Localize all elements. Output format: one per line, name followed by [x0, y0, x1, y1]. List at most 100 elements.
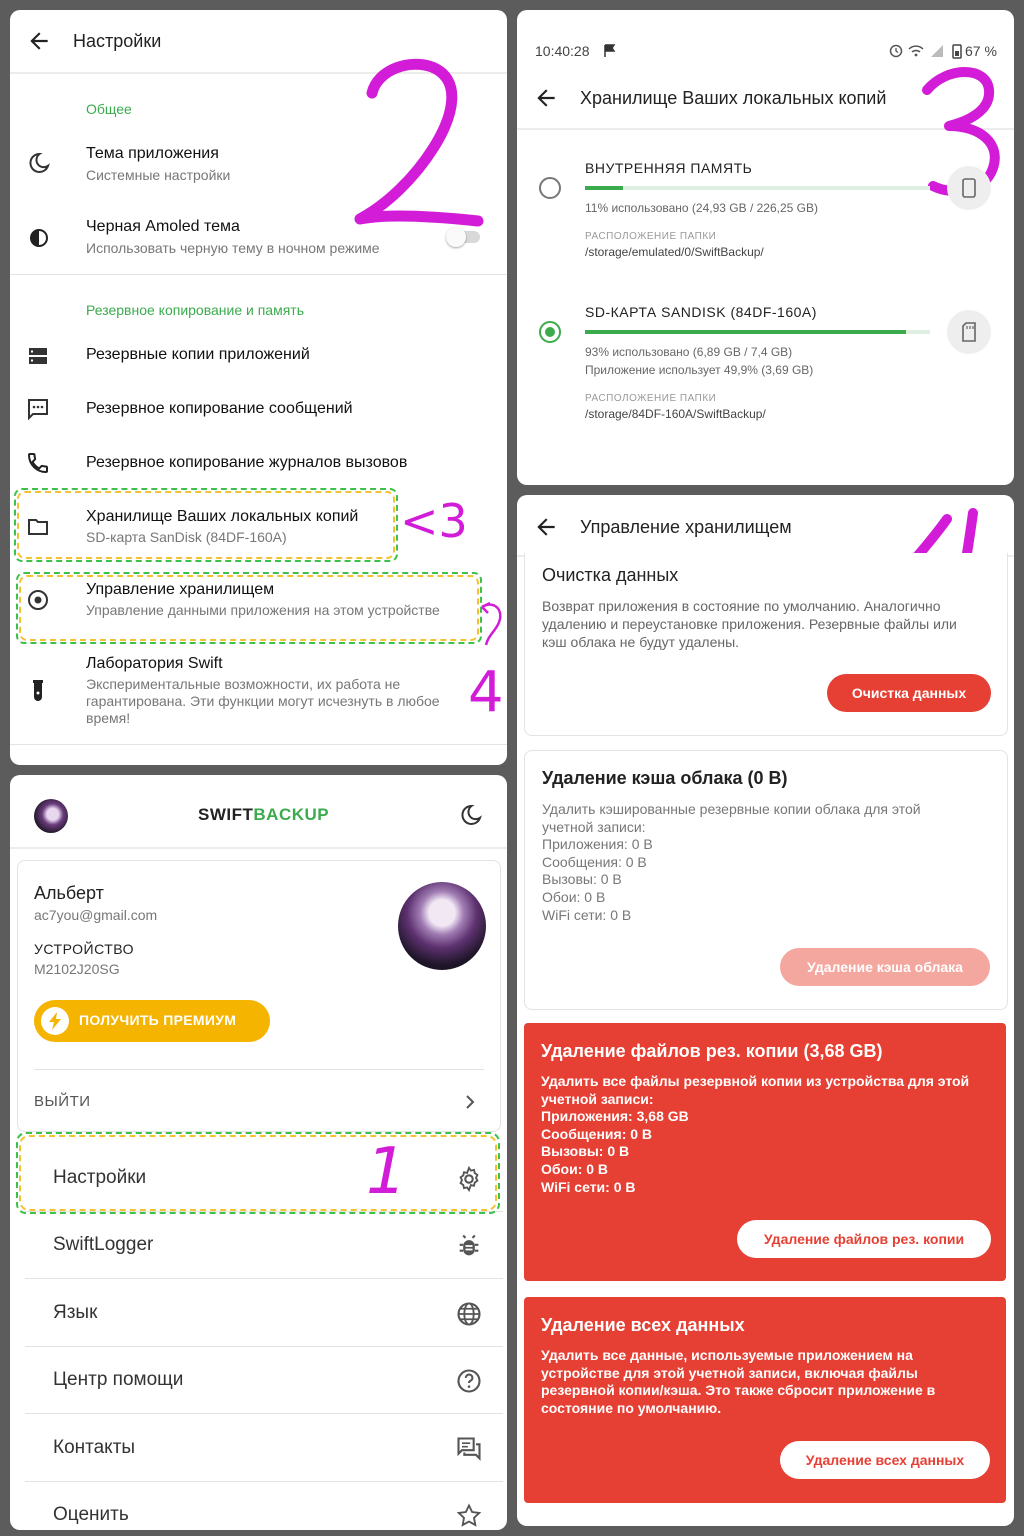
settings-panel: Настройки Общее Тема приложения Системны… [10, 10, 507, 765]
status-time: 10:40:28 [535, 43, 590, 59]
page-title: Управление хранилищем [580, 517, 792, 537]
swift-lab-sub-2: гарантирована. Эти функции могут исчезну… [86, 693, 440, 709]
backup-files-title: Удаление файлов рез. копии (3,68 GB) [541, 1041, 883, 1061]
menu-item-label: Настройки [53, 1167, 147, 1188]
detail-line: Приложения: 0 B [542, 836, 653, 853]
menu-item[interactable]: Язык [25, 1280, 503, 1347]
sd-radio[interactable] [539, 321, 561, 343]
sd-folder-label: РАСПОЛОЖЕНИЕ ПАПКИ [585, 393, 717, 404]
sd-app-uses: Приложение использует 49,9% (3,69 GB) [585, 363, 814, 377]
cloud-cache-card: Удаление кэша облака (0 B) Удалить кэшир… [524, 750, 1008, 1010]
storage-panel: 10:40:28 67 % Хранилище Ваших локальных … [517, 10, 1014, 485]
premium-button[interactable]: ПОЛУЧИТЬ ПРЕМИУМ [34, 1000, 270, 1042]
help-icon [455, 1367, 483, 1395]
page-title: Настройки [73, 31, 162, 51]
globe-icon [455, 1300, 483, 1328]
theme-subtitle: Системные настройки [86, 167, 231, 183]
amoled-subtitle: Использовать черную тему в ночном режиме [86, 240, 380, 256]
annotation-arrow-4 [481, 601, 502, 646]
annotation-2 [354, 58, 484, 227]
annotation-4-small: 4 [468, 660, 504, 725]
chevron-right-icon [466, 1095, 475, 1109]
manage-storage-subtitle: Управление данными приложения на этом ус… [86, 602, 440, 618]
manage-storage-title: Управление хранилищем [86, 581, 275, 598]
back-arrow-icon[interactable] [26, 28, 52, 54]
clear-data-desc-2: удалению и переустановке приложения. Рез… [542, 616, 957, 632]
menu-item[interactable]: SwiftLogger [25, 1212, 503, 1280]
moon-icon[interactable] [459, 803, 483, 827]
logo-swift: SWIFT [198, 805, 254, 824]
avatar-small[interactable] [34, 799, 68, 833]
phone-icon [26, 451, 50, 475]
delete-all-data-card: Удаление всех данных Удалить все данные,… [524, 1297, 1006, 1503]
detail-line: Вызовы: 0 B [541, 1143, 630, 1160]
status-icons [889, 43, 963, 59]
folder-icon [26, 515, 50, 539]
moon-icon [27, 151, 51, 175]
menu-item-label: Центр помощи [53, 1369, 184, 1391]
delete-cloud-cache-button[interactable]: Удаление кэша облака [780, 948, 990, 986]
detail-line: Обои: 0 B [542, 889, 606, 905]
delete-backup-files-button[interactable]: Удаление файлов рез. копии [737, 1220, 991, 1258]
sd-path: /storage/84DF-160A/SwiftBackup/ [585, 407, 766, 421]
delete-all-data-button[interactable]: Удаление всех данных [780, 1441, 990, 1479]
clear-data-button[interactable]: Очистка данных [827, 674, 991, 712]
gear-icon [455, 1165, 483, 1193]
premium-label: ПОЛУЧИТЬ ПРЕМИУМ [79, 1012, 237, 1028]
bug-icon [455, 1232, 483, 1260]
menu-item-label: Язык [53, 1301, 98, 1323]
detail-line: Удалить все данные, используемые приложе… [541, 1347, 913, 1363]
sms-backup-title: Резервное копирование сообщений [86, 400, 353, 417]
phone-storage-icon[interactable] [947, 166, 991, 210]
detail-line: учетной записи: [541, 1090, 654, 1107]
menu-item[interactable]: Оценить [25, 1482, 503, 1530]
sd-used: 93% использовано (6,89 GB / 7,4 GB) [585, 345, 793, 359]
clear-data-desc-3: кэш облака не будут удалены. [542, 634, 740, 650]
menu-item-label: Контакты [53, 1436, 136, 1458]
detail-line: Приложения: 3,68 GB [541, 1108, 689, 1125]
clear-data-card: Очистка данных Возврат приложения в сост… [524, 553, 1008, 736]
app-logo: SWIFTBACKUP [198, 805, 329, 825]
amoled-toggle[interactable] [446, 227, 480, 247]
home-panel: SWIFTBACKUP Альберт ac7you@gmail.com УСТ… [10, 775, 507, 1530]
internal-radio[interactable] [539, 177, 561, 199]
internal-folder-label: РАСПОЛОЖЕНИЕ ПАПКИ [585, 231, 717, 242]
back-arrow-icon[interactable] [533, 85, 559, 111]
internal-title: ВНУТРЕННЯЯ ПАМЯТЬ [585, 160, 753, 176]
contrast-icon [27, 226, 51, 250]
menu-item[interactable]: Центр помощи [25, 1347, 503, 1415]
menu-item-label: Оценить [53, 1504, 129, 1525]
device-label: УСТРОЙСТВО [34, 941, 135, 957]
account-card: Альберт ac7you@gmail.com УСТРОЙСТВО M210… [17, 860, 501, 1132]
all-data-title: Удаление всех данных [541, 1315, 745, 1335]
detail-line: Удалить кэшированные резервные копии обл… [542, 801, 921, 817]
sd-card-icon[interactable] [947, 310, 991, 354]
cloud-cache-title: Удаление кэша облака (0 B) [542, 768, 788, 788]
local-storage-subtitle: SD-карта SanDisk (84DF-160A) [86, 529, 287, 545]
detail-line: Сообщения: 0 B [541, 1125, 653, 1142]
annotation-arrow-3: <3 [400, 494, 468, 548]
server-icon [26, 344, 50, 368]
avatar-large[interactable] [398, 882, 486, 970]
chat-icon [455, 1435, 483, 1463]
calls-backup-title: Резервное копирование журналов вызовов [86, 454, 408, 471]
storage-disc-icon [26, 588, 50, 612]
detail-line: Обои: 0 B [541, 1161, 609, 1177]
swift-lab-title: Лаборатория Swift [86, 655, 223, 672]
menu-item[interactable]: Настройки [25, 1145, 503, 1212]
device-model: M2102J20SG [34, 961, 120, 977]
detail-line: WiFi сети: 0 B [541, 1178, 636, 1195]
page-title: Хранилище Ваших локальных копий [580, 88, 887, 108]
section-backup: Резервное копирование и память [86, 302, 304, 318]
detail-line: резервной копии/кэша. Это также сбросит … [541, 1382, 936, 1399]
detail-line: Вызовы: 0 B [542, 871, 622, 888]
message-icon [26, 397, 50, 421]
detail-line: устройстве для этой учетной записи, вклю… [541, 1364, 918, 1381]
flag-icon [604, 44, 616, 58]
menu-item[interactable]: Контакты [25, 1415, 503, 1482]
section-general: Общее [86, 101, 132, 117]
amoled-title: Черная Amoled тема [86, 218, 240, 235]
star-icon [455, 1502, 483, 1530]
back-arrow-icon[interactable] [533, 514, 559, 540]
detail-line: WiFi сети: 0 B [542, 906, 632, 923]
